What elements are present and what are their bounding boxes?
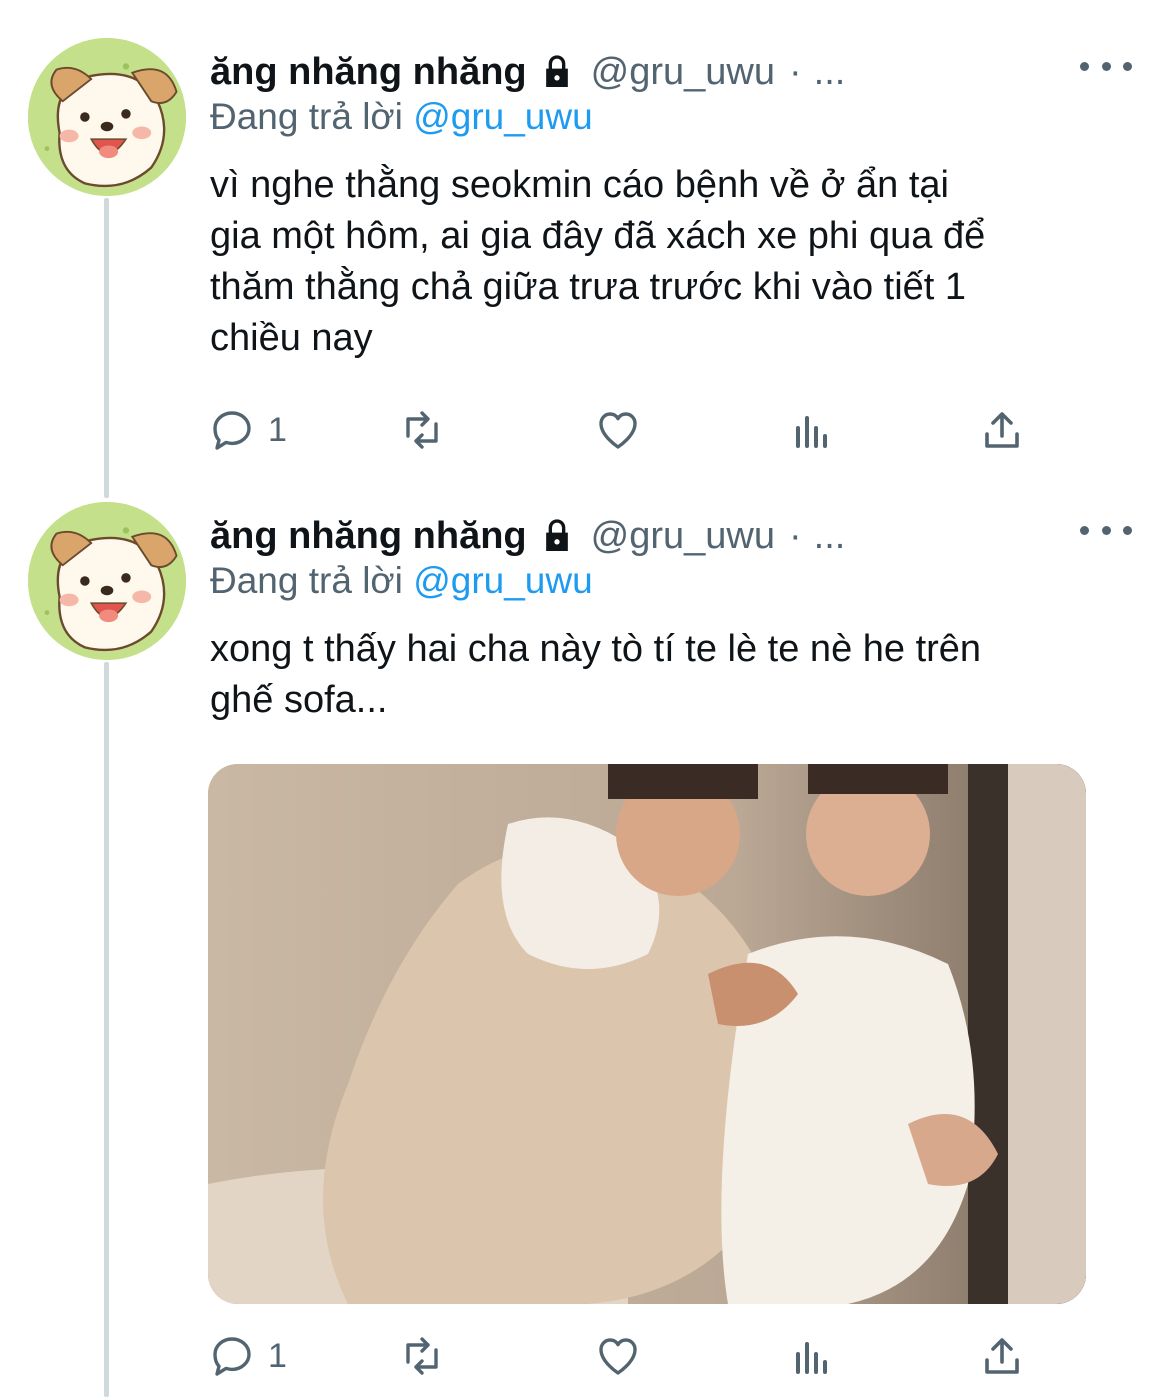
like-button[interactable] [594,402,642,458]
analytics-button[interactable] [788,402,836,458]
replying-prefix: Đang trả lời [210,560,403,601]
separator-dot: · [788,514,802,557]
author-handle[interactable]: @gru_uwu [591,51,775,94]
reply-count: 1 [268,410,287,449]
tweet[interactable]: ăng nhăng nhăng @gru_uwu · ... Đang trả … [0,38,1169,478]
tweet-text: xong t thấy hai cha này tò tí te lè te n… [210,628,982,721]
more-icon[interactable] [1080,56,1132,76]
avatar-image [28,502,186,660]
analytics-icon [788,1332,836,1380]
tweet[interactable]: ăng nhăng nhăng @gru_uwu · ... Đang trả … [0,502,1169,1397]
avatar[interactable] [28,38,186,196]
share-icon [978,1332,1026,1380]
timestamp[interactable]: ... [814,51,846,94]
tweet-header: ăng nhăng nhăng @gru_uwu · ... [210,508,845,564]
reply-button[interactable]: 1 [208,1328,287,1384]
photo-image [208,764,1086,1304]
replying-mention[interactable]: @gru_uwu [413,560,593,601]
retweet-icon [398,1332,446,1380]
heart-icon [594,406,642,454]
author-name[interactable]: ăng nhăng nhăng [210,515,527,558]
author-handle[interactable]: @gru_uwu [591,515,775,558]
like-button[interactable] [594,1328,642,1384]
reply-count: 1 [268,1336,287,1375]
heart-icon [594,1332,642,1380]
more-icon[interactable] [1080,520,1132,540]
tweet-media[interactable] [208,764,1086,1304]
reply-icon [208,1332,256,1380]
replying-to: Đang trả lời @gru_uwu [210,96,593,138]
reply-icon [208,406,256,454]
tweet-actions: 1 [208,1328,1068,1384]
analytics-button[interactable] [788,1328,836,1384]
retweet-button[interactable] [398,1328,446,1384]
analytics-icon [788,406,836,454]
tweet-header: ăng nhăng nhăng @gru_uwu · ... [210,44,845,100]
lock-icon [537,52,577,92]
tweet-actions: 1 [208,402,1068,458]
author-name[interactable]: ăng nhăng nhăng [210,51,527,94]
lock-icon [537,516,577,556]
replying-prefix: Đang trả lời [210,96,403,137]
reply-button[interactable]: 1 [208,402,287,458]
replying-to: Đang trả lời @gru_uwu [210,560,593,602]
retweet-button[interactable] [398,402,446,458]
avatar[interactable] [28,502,186,660]
avatar-image [28,38,186,196]
replying-mention[interactable]: @gru_uwu [413,96,593,137]
tweet-text: vì nghe thằng seokmin cáo bệnh về ở ẩn t… [210,164,986,359]
timestamp[interactable]: ... [814,515,846,558]
share-button[interactable] [978,1328,1026,1384]
share-icon [978,406,1026,454]
retweet-icon [398,406,446,454]
share-button[interactable] [978,402,1026,458]
separator-dot: · [788,50,802,93]
